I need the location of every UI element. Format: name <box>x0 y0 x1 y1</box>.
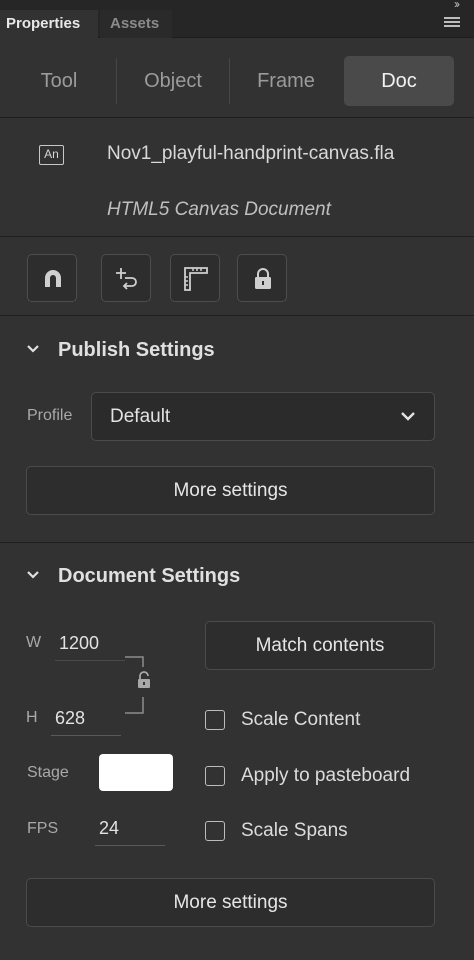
document-toolbar <box>0 238 474 316</box>
profile-dropdown[interactable]: Default <box>91 392 435 441</box>
height-field[interactable]: 628 <box>51 704 121 736</box>
tab-tool[interactable]: Tool <box>4 56 114 106</box>
tab-object[interactable]: Object <box>118 56 228 106</box>
animate-file-icon: An <box>39 145 64 165</box>
match-contents-button[interactable]: Match contents <box>205 621 435 670</box>
profile-label: Profile <box>27 407 73 424</box>
width-field[interactable]: 1200 <box>55 629 125 661</box>
publish-settings-header[interactable]: Publish Settings <box>0 330 474 370</box>
width-label: W <box>26 634 42 651</box>
lock-icon <box>255 268 271 289</box>
apply-to-pasteboard-label: Apply to pasteboard <box>241 765 411 786</box>
tab-frame[interactable]: Frame <box>231 56 341 106</box>
scale-content-label: Scale Content <box>241 709 361 730</box>
ruler-button[interactable] <box>170 254 220 302</box>
apply-to-pasteboard-checkbox[interactable] <box>205 766 225 786</box>
document-info: An Nov1_playful-handprint-canvas.fla HTM… <box>0 119 474 237</box>
publish-more-settings-button[interactable]: More settings <box>26 466 435 515</box>
snap-magnet-icon <box>45 270 61 287</box>
stage-label: Stage <box>27 764 69 781</box>
section-title: Publish Settings <box>58 339 215 361</box>
stage-color-swatch[interactable] <box>99 754 173 791</box>
constrain-proportions-icon[interactable] <box>136 671 152 689</box>
tab-assets[interactable]: Assets <box>100 10 172 38</box>
tab-doc[interactable]: Doc <box>344 56 454 106</box>
tab-divider <box>116 58 117 104</box>
tab-properties[interactable]: Properties <box>0 10 98 38</box>
profile-value: Default <box>110 406 171 427</box>
document-more-settings-button[interactable]: More settings <box>26 878 435 927</box>
pin-transform-button[interactable] <box>101 254 151 302</box>
section-title: Document Settings <box>58 565 241 587</box>
property-tabs: Tool Object Frame Doc <box>0 38 474 118</box>
fps-field[interactable]: 24 <box>95 814 165 846</box>
properties-panel: Properties Assets ›› Tool Object Frame D… <box>0 0 474 960</box>
document-file-name: Nov1_playful-handprint-canvas.fla <box>107 143 395 164</box>
panel-tab-strip: Properties Assets ›› <box>0 0 474 38</box>
height-label: H <box>26 709 38 726</box>
collapse-panel-icon[interactable]: ›› <box>454 0 460 11</box>
lock-button[interactable] <box>237 254 287 302</box>
ruler-icon <box>184 267 208 291</box>
chevron-down-icon <box>401 412 415 421</box>
scale-spans-label: Scale Spans <box>241 820 348 841</box>
snap-magnet-button[interactable] <box>27 254 77 302</box>
pin-transform-icon <box>116 268 137 290</box>
tab-divider <box>229 58 230 104</box>
chevron-down-icon <box>27 345 39 353</box>
document-type: HTML5 Canvas Document <box>107 199 331 220</box>
scale-content-checkbox[interactable] <box>205 710 225 730</box>
fps-label: FPS <box>27 820 59 837</box>
section-divider <box>0 542 474 543</box>
panel-menu-icon[interactable] <box>444 17 460 29</box>
chevron-down-icon <box>27 571 39 579</box>
document-settings-header[interactable]: Document Settings <box>0 556 474 596</box>
scale-spans-checkbox[interactable] <box>205 821 225 841</box>
